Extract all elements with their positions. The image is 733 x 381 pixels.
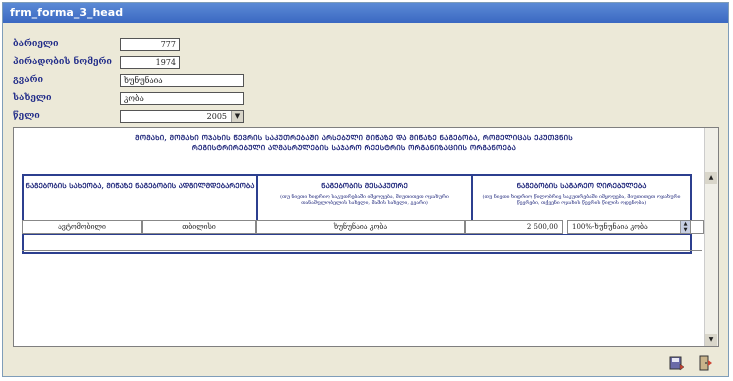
label-year: წელი (13, 111, 40, 121)
scroll-up-icon[interactable]: ▲ (705, 172, 717, 184)
exit-icon[interactable] (696, 355, 714, 371)
surname-field[interactable]: ხუნუნაია (120, 74, 244, 87)
label-id-number: პირადობის ნომერი (13, 57, 112, 67)
column-title: ᲜᲐᲒᲔᲑᲝᲑᲘᲡ ᲡᲐᲮᲔᲝᲑᲐ, ᲛᲘᲬᲐᲖᲔ ᲜᲐᲒᲔᲑᲝᲑᲘᲡ ᲐᲓᲒᲘ… (25, 181, 255, 190)
barieli-field[interactable]: 777 (120, 38, 180, 51)
cell-blank (691, 220, 704, 234)
declaration-panel: ᲛᲝᲛᲐᲮᲘ, ᲛᲝᲛᲐᲮᲘ ᲝᲯᲐᲮᲘᲡ ᲬᲔᲕᲠᲘᲡ ᲡᲐᲙᲣᲗᲠᲔᲑᲐᲨᲘ… (13, 127, 719, 347)
chevron-down-icon[interactable]: ▼ (231, 111, 243, 122)
divider (24, 234, 690, 235)
column-subtitle: (თუ ნივთი ხიდრიო წილობრივ საკუთრებაში იმ… (482, 194, 681, 206)
property-table: ᲜᲐᲒᲔᲑᲝᲑᲘᲡ ᲡᲐᲮᲔᲝᲑᲐ, ᲛᲘᲬᲐᲖᲔ ᲜᲐᲒᲔᲑᲝᲑᲘᲡ ᲐᲓᲒᲘ… (22, 174, 692, 254)
label-surname: გვარი (13, 75, 44, 85)
spin-icon[interactable]: ▲ ▼ (680, 221, 690, 233)
cell-share[interactable]: 100%-ხუნუნაია კობა ▲ ▼ (567, 220, 691, 234)
column-title: ᲜᲐᲒᲔᲑᲝᲑᲘᲡ ᲛᲔᲡᲐᲙᲣᲗᲠᲔ (321, 181, 408, 190)
form-window: frm_forma_3_head ბარიელი პირადობის ნომერ… (2, 2, 729, 377)
name-field[interactable]: კობა (120, 92, 244, 105)
column-subtitle: (თუ ნივთი ხიდრიო საკუთრებაში იმყოფება, მ… (280, 194, 449, 206)
row-divider (22, 250, 702, 251)
id-number-field[interactable]: 1974 (120, 56, 180, 69)
save-icon[interactable] (668, 355, 686, 371)
cell-value[interactable]: 2 500,00 (465, 220, 563, 234)
scroll-down-icon[interactable]: ▼ (705, 334, 717, 346)
cell-share-text: 100%-ხუნუნაია კობა (572, 223, 648, 231)
vertical-scrollbar[interactable]: ▲ ▼ (704, 128, 718, 346)
year-select[interactable]: 2005 ▼ (120, 110, 244, 123)
year-value: 2005 (206, 112, 227, 121)
panel-heading-line2: ᲠᲔᲒᲘᲡᲢᲠᲘᲠᲔᲑᲣᲚᲘ ᲐᲦᲛᲐᲡᲠᲣᲚᲔᲑᲘᲡ ᲡᲐᲯᲐᲠᲝ ᲠᲔᲔᲡᲢ… (191, 143, 517, 152)
cell-owner[interactable]: ხუნუნაია კობა (256, 220, 465, 234)
label-name: სახელი (13, 93, 52, 103)
window-title: frm_forma_3_head (3, 3, 728, 23)
cell-property-type[interactable]: ავტომობილი (22, 220, 142, 234)
column-title: ᲜᲐᲒᲔᲑᲝᲑᲘᲡ ᲡᲐᲒᲐᲠᲔᲝ ᲦᲘᲠᲔᲑᲣᲚᲔᲑᲐ (516, 181, 647, 190)
cell-location[interactable]: თბილისი (142, 220, 256, 234)
panel-heading-line1: ᲛᲝᲛᲐᲮᲘ, ᲛᲝᲛᲐᲮᲘ ᲝᲯᲐᲮᲘᲡ ᲬᲔᲕᲠᲘᲡ ᲡᲐᲙᲣᲗᲠᲔᲑᲐᲨᲘ… (135, 133, 573, 142)
label-barieli: ბარიელი (13, 39, 59, 49)
